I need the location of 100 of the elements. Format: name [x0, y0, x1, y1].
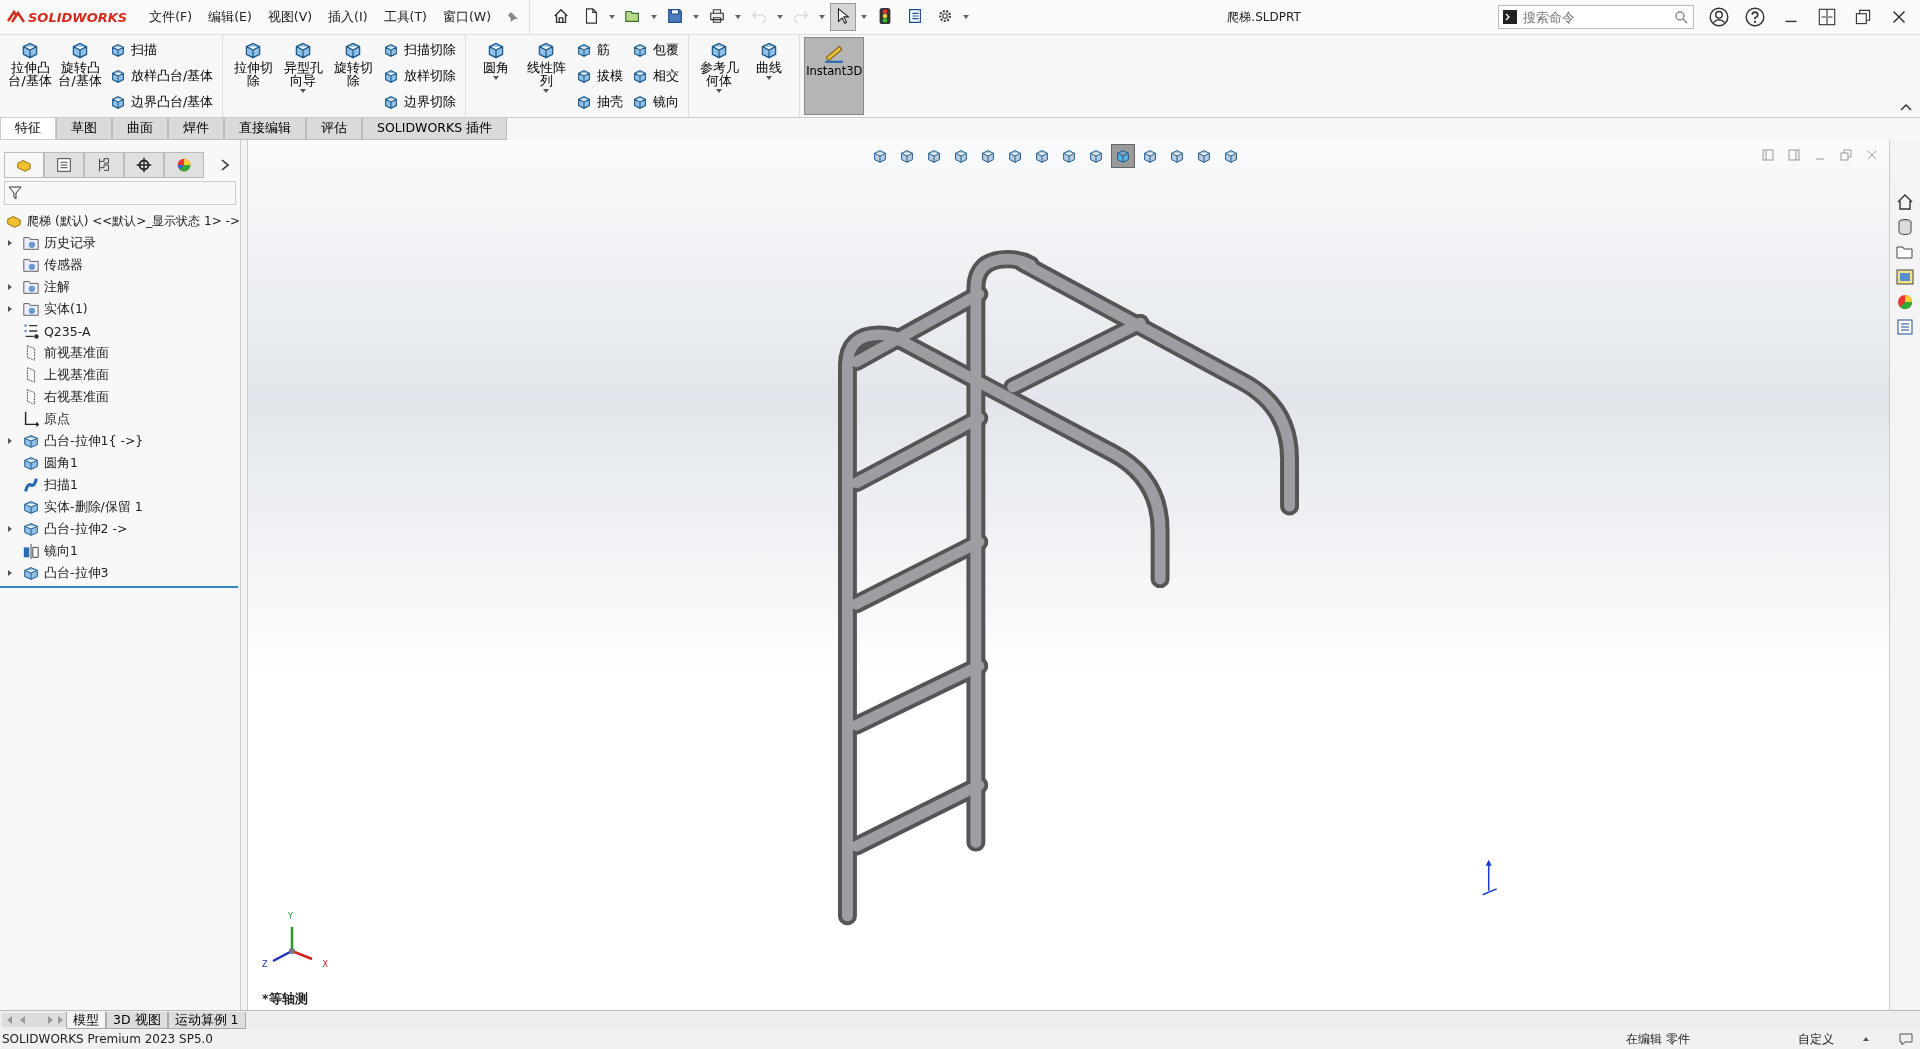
menu-item[interactable]: 视图(V): [267, 8, 313, 26]
image-icon[interactable]: [1895, 267, 1915, 287]
tree-item[interactable]: 历史记录: [0, 232, 240, 254]
tree-item[interactable]: 爬梯 (默认) <<默认>_显示状态 1> ->: [0, 210, 240, 232]
crosshair-tab[interactable]: [124, 152, 164, 178]
feature-tree-tab[interactable]: [4, 152, 44, 178]
tree-item[interactable]: 凸台-拉伸3: [0, 562, 240, 584]
ribbon-button[interactable]: 扫描: [106, 39, 217, 61]
user-icon[interactable]: [1708, 6, 1730, 28]
ribbon-button[interactable]: 边界凸台/基体: [106, 91, 217, 113]
caret-icon[interactable]: [776, 13, 785, 21]
bottom-tab[interactable]: 模型: [66, 1011, 106, 1029]
ribbon-button[interactable]: 拉伸切除: [229, 37, 278, 113]
pointer-icon[interactable]: [830, 3, 857, 31]
tree-item[interactable]: 注解: [0, 276, 240, 298]
ribbon-button[interactable]: 抽壳: [572, 91, 627, 113]
tree-item[interactable]: 凸台-拉伸2 ->: [0, 518, 240, 540]
home-icon[interactable]: [1895, 192, 1915, 212]
chevron-right-icon[interactable]: [220, 158, 230, 172]
caret-icon[interactable]: [1862, 1035, 1870, 1043]
tree-item[interactable]: 上视基准面: [0, 364, 240, 386]
ribbon-button[interactable]: 旋转切除: [329, 37, 378, 113]
ribbon-tab[interactable]: SOLIDWORKS 插件: [362, 118, 508, 140]
ribbon-button[interactable]: 异型孔向导: [279, 37, 328, 113]
expand-arrow-icon[interactable]: [6, 239, 14, 247]
search-field[interactable]: 搜索命令: [1498, 5, 1694, 29]
tree-item[interactable]: 原点: [0, 408, 240, 430]
help-icon[interactable]: [1744, 6, 1766, 28]
tree-item[interactable]: 镜向1: [0, 540, 240, 562]
tile-left-icon[interactable]: [1761, 148, 1775, 162]
cylinder-icon[interactable]: [1895, 217, 1915, 237]
expand-arrow-icon[interactable]: [6, 283, 14, 291]
tile-right-icon[interactable]: [1787, 148, 1801, 162]
caret-icon[interactable]: [608, 13, 617, 21]
menu-item[interactable]: 编辑(E): [208, 8, 252, 26]
menu-item[interactable]: 文件(F): [149, 8, 193, 26]
ribbon-button[interactable]: 拉伸凸台/基体: [6, 37, 54, 113]
filter-field[interactable]: [4, 181, 236, 205]
ribbon-tab[interactable]: 焊件: [168, 118, 224, 140]
expand-arrow-icon[interactable]: [6, 437, 14, 445]
tree-item[interactable]: 凸台-拉伸1{ ->}: [0, 430, 240, 452]
tree-item[interactable]: 前视基准面: [0, 342, 240, 364]
tree-item[interactable]: 右视基准面: [0, 386, 240, 408]
ribbon-button[interactable]: 线性阵列: [522, 37, 571, 113]
ribbon-button[interactable]: 镜向: [628, 91, 683, 113]
ribbon-tab[interactable]: 直接编辑: [224, 118, 306, 140]
ribbon-button[interactable]: 旋转凸台/基体: [56, 37, 104, 113]
expand-arrow-icon[interactable]: [6, 569, 14, 577]
caret-icon[interactable]: [692, 13, 701, 21]
ribbon-button[interactable]: 放样凸台/基体: [106, 65, 217, 87]
ribbon-tab[interactable]: 曲面: [112, 118, 168, 140]
cube-icon: [952, 147, 970, 165]
toolbar-glyph-icon: [666, 7, 685, 25]
configuration-tab[interactable]: [84, 152, 124, 178]
ribbon-button[interactable]: 放样切除: [379, 65, 460, 87]
pin-icon[interactable]: [507, 11, 520, 23]
ribbon-button[interactable]: 筋: [572, 39, 627, 61]
tree-item[interactable]: 传感器: [0, 254, 240, 276]
menu-item[interactable]: 窗口(W): [442, 8, 492, 26]
expand-arrow-icon[interactable]: [6, 305, 14, 313]
ribbon-button[interactable]: 边界切除: [379, 91, 460, 113]
tree-item[interactable]: Q235-A: [0, 320, 240, 342]
caret-icon[interactable]: [962, 13, 971, 21]
filter-icon: [8, 186, 22, 200]
tree-item[interactable]: 圆角1: [0, 452, 240, 474]
y-axis-label: Y: [288, 912, 293, 921]
collapse-icon[interactable]: [1900, 103, 1912, 111]
caret-icon[interactable]: [818, 13, 827, 21]
expand-arrow-icon[interactable]: [6, 525, 14, 533]
appearance-icon[interactable]: [1895, 292, 1915, 312]
tree-item[interactable]: 扫描1: [0, 474, 240, 496]
instant3d-button[interactable]: Instant3D: [804, 37, 865, 115]
app-logo[interactable]: SOLIDWORKS: [0, 9, 142, 25]
search-icon[interactable]: [1674, 10, 1688, 24]
terminal-icon: [1503, 10, 1517, 24]
tree-item[interactable]: 实体-删除/保留 1: [0, 496, 240, 518]
bottom-tab[interactable]: 3D 视图: [106, 1011, 168, 1029]
menu-item[interactable]: 工具(T): [383, 8, 427, 26]
view-tool-button[interactable]: [1111, 144, 1135, 168]
caret-icon[interactable]: [650, 13, 659, 21]
bottom-tab[interactable]: 运动算例 1: [167, 1011, 246, 1029]
ribbon-tab[interactable]: 评估: [306, 118, 362, 140]
caret-icon[interactable]: [734, 13, 743, 21]
units-selector[interactable]: 自定义: [1798, 1030, 1834, 1048]
ribbon-button[interactable]: 拔模: [572, 65, 627, 87]
ribbon-button[interactable]: 包覆: [628, 39, 683, 61]
tile-icon[interactable]: [1816, 6, 1838, 28]
ribbon-tab[interactable]: 草图: [56, 118, 112, 140]
cube-icon: [925, 147, 943, 165]
property-tab[interactable]: [44, 152, 84, 178]
menu-item[interactable]: 插入(I): [328, 8, 368, 26]
ribbon-button[interactable]: 相交: [628, 65, 683, 87]
caret-icon[interactable]: [860, 13, 869, 21]
ribbon-button[interactable]: 圆角: [472, 37, 521, 113]
ribbon-button[interactable]: 扫描切除: [379, 39, 460, 61]
ribbon-button[interactable]: 曲线: [745, 37, 794, 113]
ribbon-tab[interactable]: 特征: [0, 118, 56, 140]
chat-icon[interactable]: [1898, 1031, 1914, 1047]
ribbon-button[interactable]: 参考几何体: [695, 37, 744, 113]
tree-item[interactable]: 实体(1): [0, 298, 240, 320]
